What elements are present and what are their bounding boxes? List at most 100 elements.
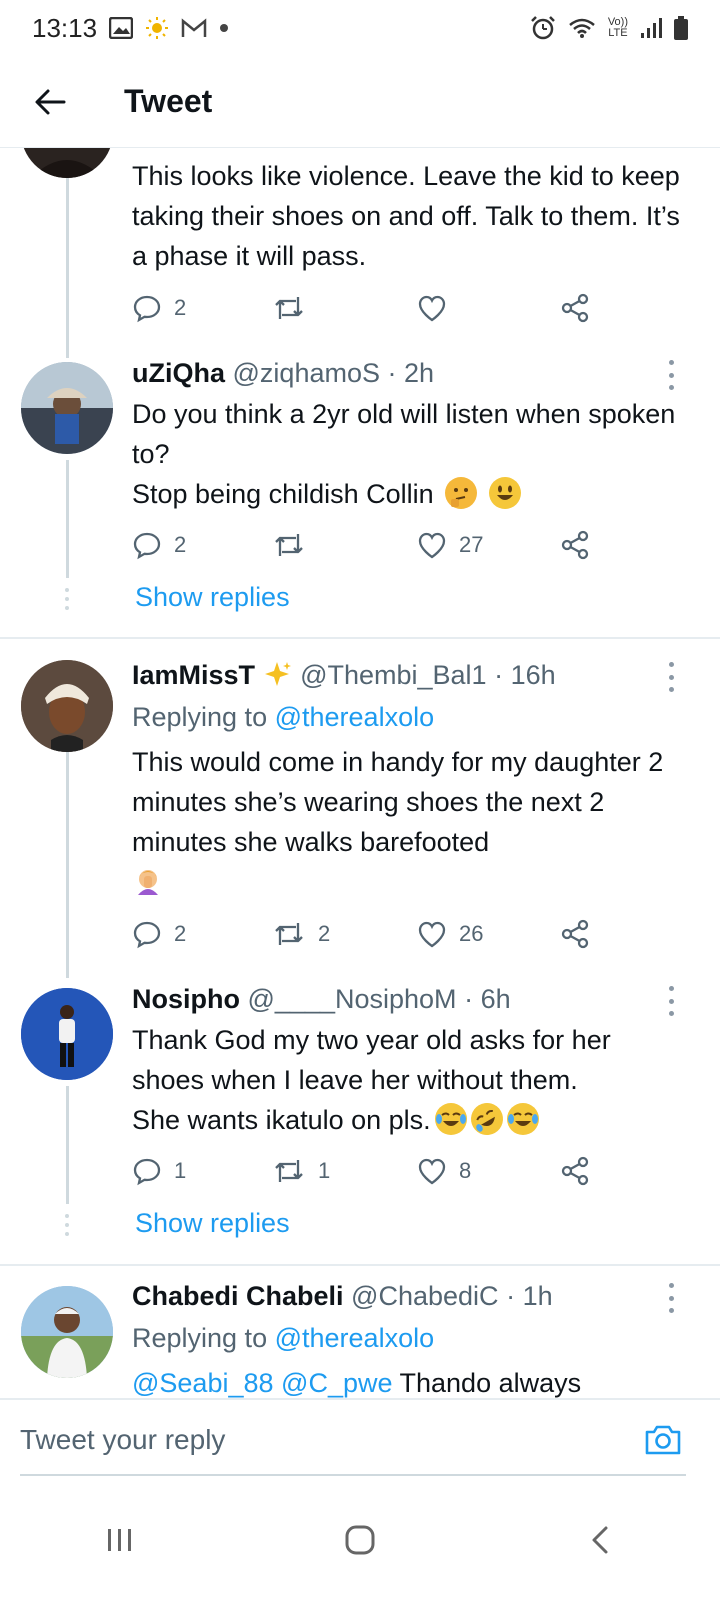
retweet-count: 1	[318, 1158, 331, 1183]
retweet-icon	[275, 534, 303, 556]
share-icon	[561, 919, 589, 949]
share-button[interactable]	[560, 914, 590, 954]
share-icon	[561, 293, 589, 323]
recent-apps-button[interactable]	[80, 1500, 160, 1580]
face-with-tears-of-joy-emoji	[434, 1103, 467, 1135]
more-options-icon[interactable]	[663, 986, 679, 1016]
like-button[interactable]: 8	[417, 1151, 471, 1191]
avatar[interactable]	[21, 988, 113, 1080]
dot-separator: ·	[494, 660, 511, 690]
tweet-text: This would come in handy for my daughter…	[132, 742, 692, 902]
status-time: 13:13	[32, 12, 98, 43]
heart-icon	[418, 295, 446, 322]
share-icon	[561, 1156, 589, 1186]
replying-to-label: Replying to	[132, 1323, 268, 1353]
wifi-icon	[568, 17, 596, 39]
recent-apps-icon	[108, 1529, 131, 1551]
replying-to: Replying to @therealxolo	[132, 702, 434, 733]
reply-count: 2	[174, 295, 187, 320]
thread-line	[66, 752, 69, 978]
more-options-icon[interactable]	[663, 360, 679, 390]
separator	[0, 1264, 720, 1266]
show-replies-link[interactable]: Show replies	[135, 1208, 290, 1239]
like-count: 27	[459, 532, 484, 557]
share-icon	[561, 530, 589, 560]
tweet-time: 1h	[522, 1281, 553, 1311]
reply-button[interactable]: 2	[132, 914, 186, 954]
thread-line	[66, 148, 69, 358]
system-back-button[interactable]	[560, 1500, 640, 1580]
like-count: 8	[459, 1158, 472, 1183]
back-arrow-icon	[35, 89, 66, 114]
avatar[interactable]	[21, 148, 113, 178]
rolling-on-floor-laughing-emoji	[464, 1097, 509, 1141]
share-button[interactable]	[560, 525, 590, 565]
replying-to: Replying to @therealxolo	[132, 1323, 434, 1354]
reply-button[interactable]: 2	[132, 288, 186, 328]
tweet-text-body: Thando always	[399, 1368, 582, 1398]
avatar[interactable]	[21, 362, 113, 454]
reply-button[interactable]: 2	[132, 525, 186, 565]
display-name[interactable]: Nosipho	[132, 984, 240, 1014]
show-replies-link[interactable]: Show replies	[135, 582, 290, 613]
user-handle[interactable]: @Thembi_Bal1	[300, 660, 487, 690]
mention-link[interactable]: @Seabi_88	[132, 1368, 274, 1398]
reply-count: 2	[174, 532, 187, 557]
share-button[interactable]	[560, 1151, 590, 1191]
more-options-icon[interactable]	[663, 1283, 679, 1313]
reply-button[interactable]: 1	[132, 1151, 186, 1191]
tweet-text-body: This would come in handy for my daughter…	[132, 747, 664, 857]
replying-to-handle[interactable]: @therealxolo	[275, 702, 435, 732]
battery-icon	[674, 16, 688, 40]
like-count: 26	[459, 921, 484, 946]
tweet-header: Nosipho @____NosiphoM · 6h	[132, 984, 511, 1015]
avatar[interactable]	[21, 660, 113, 752]
tweet-text: Thank God my two year old asks for her s…	[132, 1020, 692, 1141]
reply-count: 1	[174, 1158, 187, 1183]
share-button[interactable]	[560, 288, 590, 328]
heart-icon	[418, 921, 446, 948]
like-button[interactable]: 26	[417, 914, 483, 954]
sparkles-emoji	[263, 660, 293, 690]
user-handle[interactable]: @ziqhamoS	[233, 358, 380, 388]
replying-to-handle[interactable]: @therealxolo	[275, 1323, 435, 1353]
reply-bar	[0, 1398, 720, 1478]
display-name[interactable]: uZiQha	[132, 358, 225, 388]
display-name[interactable]: Chabedi Chabeli	[132, 1281, 344, 1311]
tweet-text-line: Thank God my two year old asks for her	[132, 1025, 611, 1055]
reply-input[interactable]	[20, 1418, 580, 1462]
status-bar: 13:13 Vo)) LTE	[0, 0, 720, 56]
separator	[0, 637, 720, 639]
reply-icon	[133, 921, 161, 949]
reply-icon	[133, 295, 161, 323]
reply-icon	[133, 532, 161, 560]
retweet-button[interactable]: 2	[272, 914, 330, 954]
tweet-text-line: She wants ikatulo on pls.	[132, 1105, 431, 1135]
tweet-actions: 2 2 26	[132, 914, 602, 954]
avatar[interactable]	[21, 1286, 113, 1378]
like-button[interactable]: 27	[417, 525, 483, 565]
tweet-feed[interactable]: This looks like violence. Leave the kid …	[0, 148, 720, 1398]
system-nav-bar	[0, 1480, 720, 1600]
reply-icon	[133, 1158, 161, 1186]
user-handle[interactable]: @ChabediC	[351, 1281, 499, 1311]
like-button[interactable]	[417, 288, 459, 328]
tweet-time: 6h	[480, 984, 511, 1014]
camera-button[interactable]	[644, 1422, 682, 1461]
home-button[interactable]	[320, 1500, 400, 1580]
heart-icon	[418, 532, 446, 559]
more-options-icon[interactable]	[663, 662, 679, 692]
tweet-text: This looks like violence. Leave the kid …	[132, 161, 680, 271]
notification-dot-icon	[219, 23, 229, 33]
display-name[interactable]: IamMissT	[132, 660, 255, 690]
reply-count: 2	[174, 921, 187, 946]
volte-bottom-label: LTE	[608, 27, 628, 39]
mention-link[interactable]: @C_pwe	[281, 1368, 392, 1398]
back-button[interactable]	[0, 56, 100, 148]
retweet-button[interactable]	[272, 525, 318, 565]
user-handle[interactable]: @____NosiphoM	[248, 984, 457, 1014]
thread-dots	[64, 588, 70, 610]
retweet-button[interactable]	[272, 288, 318, 328]
retweet-button[interactable]: 1	[272, 1151, 330, 1191]
dot-separator: ·	[387, 358, 405, 388]
